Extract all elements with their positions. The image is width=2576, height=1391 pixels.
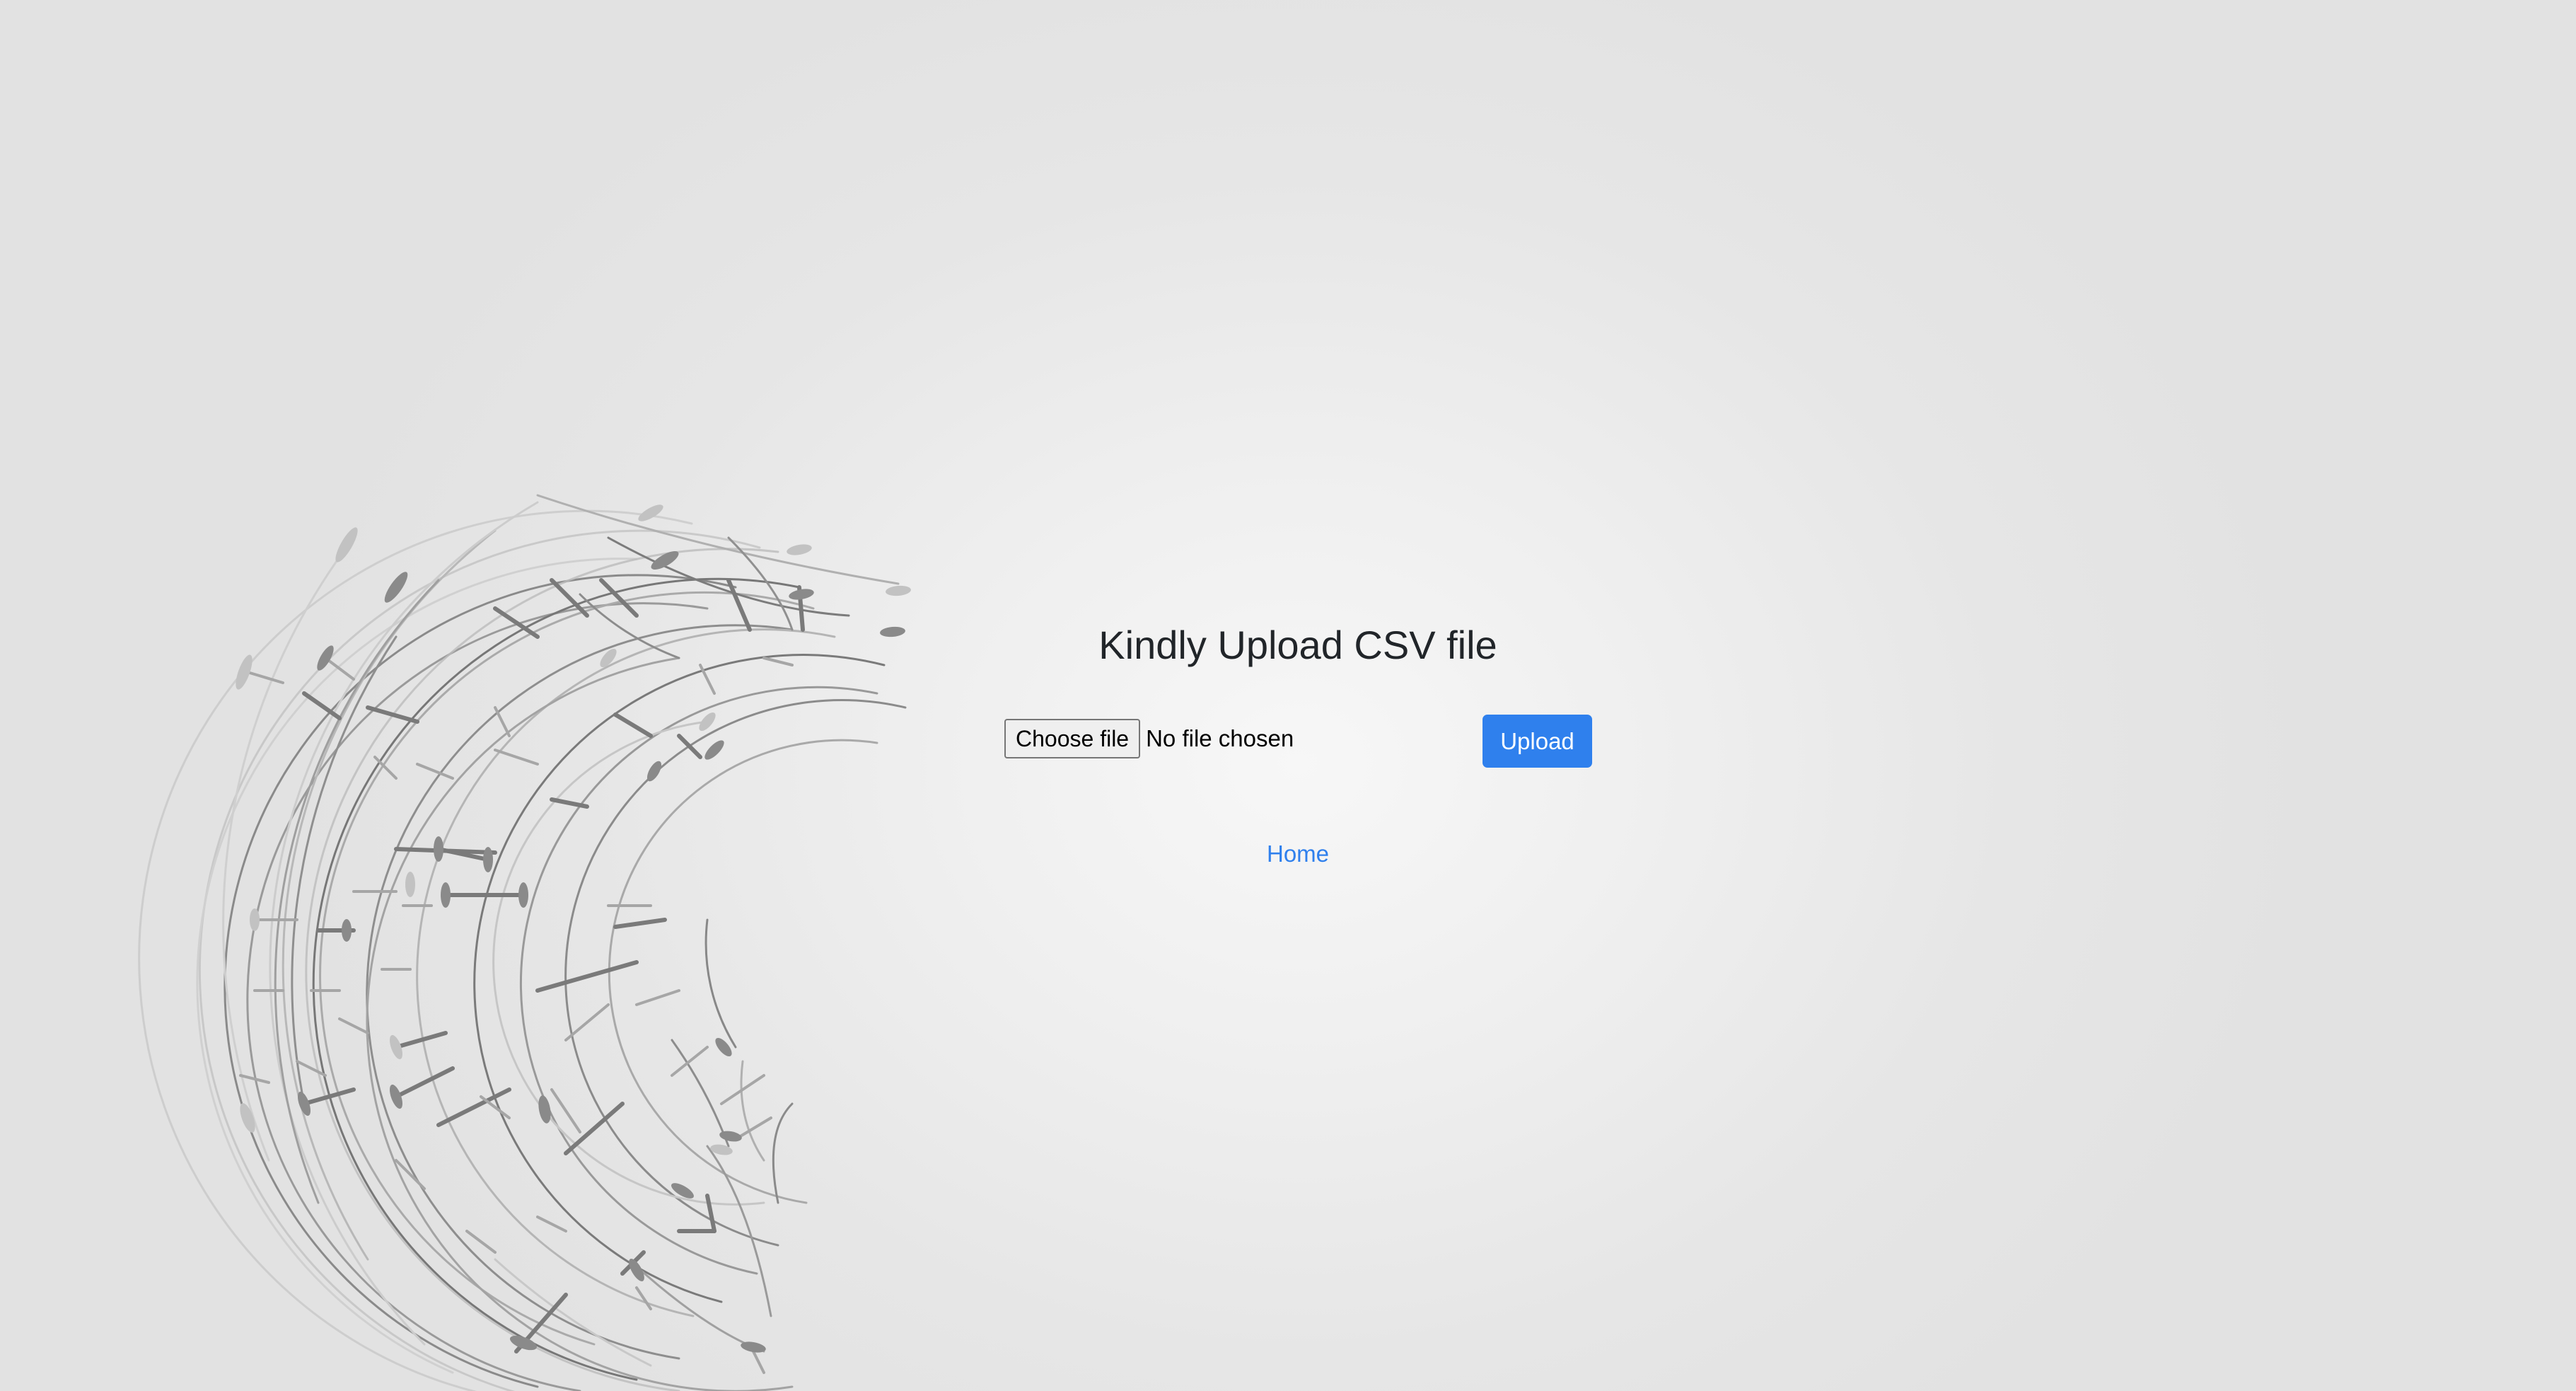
upload-button[interactable]: Upload: [1483, 715, 1592, 768]
choose-file-button[interactable]: Choose file: [1004, 719, 1141, 758]
upload-page: Kindly Upload CSV file Choose file No fi…: [0, 0, 2576, 1391]
csv-upload-form: Choose file No file chosen Upload: [1004, 715, 1592, 771]
page-title: Kindly Upload CSV file: [1098, 623, 1497, 667]
file-picker[interactable]: Choose file No file chosen: [1004, 717, 1294, 760]
home-link[interactable]: Home: [1217, 836, 1379, 872]
file-status-text: No file chosen: [1146, 725, 1294, 751]
